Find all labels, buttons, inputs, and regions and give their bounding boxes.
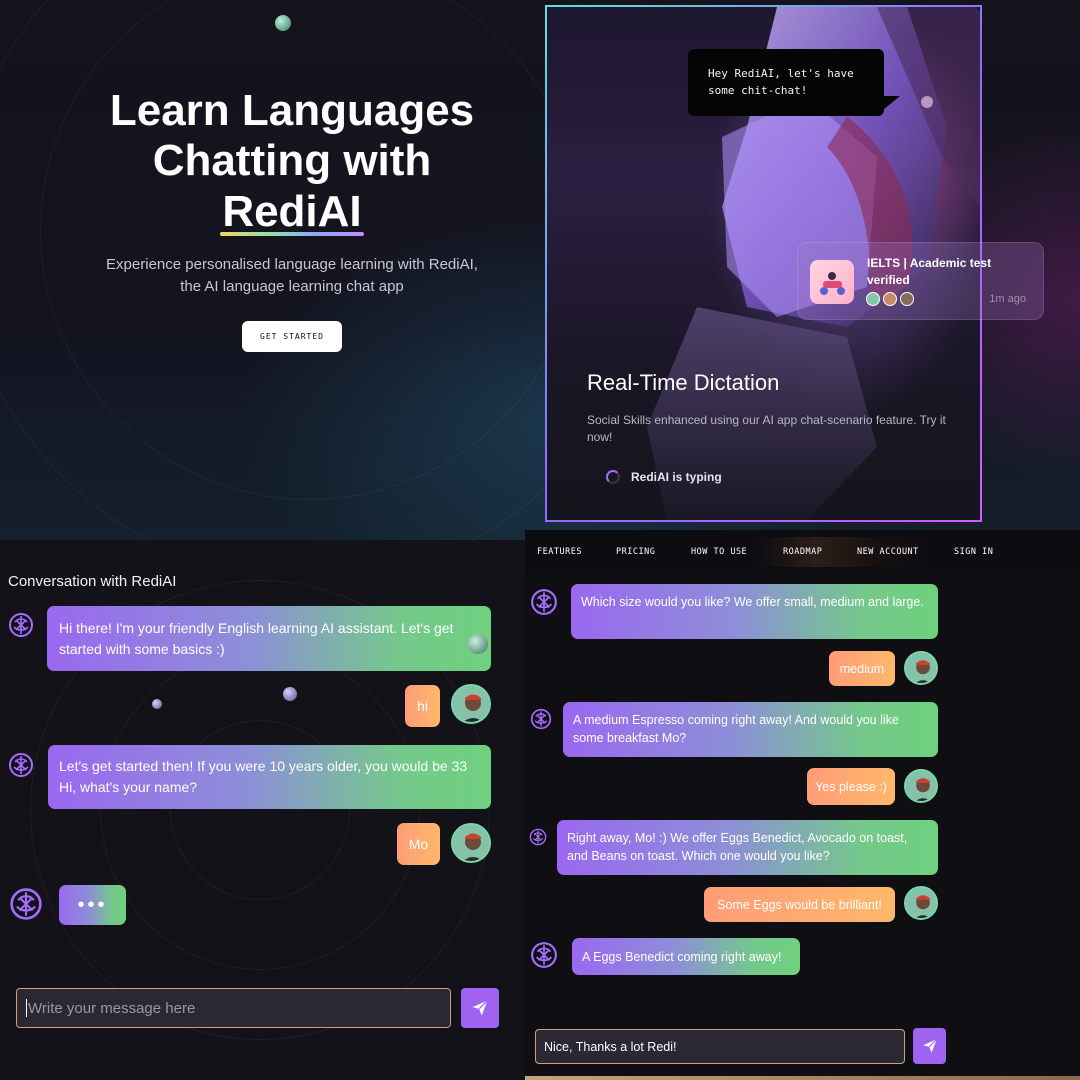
- message-input[interactable]: Nice, Thanks a lot Redi!: [535, 1029, 905, 1064]
- user-avatar: [451, 823, 491, 863]
- notification-title: IELTS | Academic test verified: [867, 256, 992, 287]
- spinner-icon: [606, 470, 620, 484]
- send-icon: [472, 1000, 488, 1016]
- bot-brain-icon: [9, 613, 33, 637]
- notification-time: 1m ago: [989, 293, 1026, 305]
- hero-title-line: Learn Languages: [109, 86, 475, 135]
- brand-underline: [220, 232, 364, 236]
- bot-brain-icon: [531, 589, 557, 615]
- bot-message: A Eggs Benedict coming right away!: [572, 938, 800, 975]
- feature-heading: Real-Time Dictation: [587, 370, 780, 395]
- notification-thumbnail: [810, 260, 854, 304]
- nav-sign-in[interactable]: SIGN IN: [954, 547, 993, 557]
- avatar: [866, 292, 880, 306]
- send-icon: [922, 1038, 937, 1053]
- speech-bubble-tail: [878, 96, 900, 114]
- hero-subtitle-line: Experience personalised language learnin…: [106, 256, 478, 273]
- bot-brain-icon: [530, 708, 552, 730]
- send-button[interactable]: [461, 988, 499, 1028]
- bot-message: A medium Espresso coming right away! And…: [563, 702, 938, 757]
- user-message: hi: [405, 685, 440, 727]
- message-input-value: Nice, Thanks a lot Redi!: [544, 1039, 677, 1054]
- bot-message: Let's get started then! If you were 10 y…: [48, 745, 491, 809]
- decor-orb: [275, 15, 291, 31]
- bot-message: Which size would you like? We offer smal…: [571, 584, 938, 639]
- hero-title-brand: RediAI: [222, 187, 362, 236]
- hero-subtitle-line: the AI language learning chat app: [180, 278, 404, 295]
- typing-status: RediAI is typing: [631, 470, 722, 484]
- decor-orb: [283, 687, 297, 701]
- bot-brain-icon: [531, 942, 557, 968]
- user-avatar: [904, 651, 938, 685]
- user-avatar: [904, 886, 938, 920]
- nav-features[interactable]: FEATURES: [537, 547, 582, 557]
- avatar: [883, 292, 897, 306]
- bot-message: Hi there! I'm your friendly English lear…: [47, 606, 491, 671]
- speech-bubble: Hey RediAI, let's have some chit-chat!: [688, 49, 884, 116]
- nav-new-account[interactable]: NEW ACCOUNT: [857, 547, 919, 557]
- send-button[interactable]: [913, 1028, 946, 1064]
- user-message: Mo: [397, 823, 440, 865]
- typing-indicator: RediAI is typing: [606, 470, 722, 484]
- user-message: Some Eggs would be brilliant!: [704, 887, 895, 922]
- bot-brain-icon: [9, 753, 33, 777]
- hero-title-line: Chatting with: [152, 136, 432, 185]
- avatar-stack: [866, 292, 917, 306]
- bot-brain-icon: [10, 888, 42, 920]
- nav-how-to-use[interactable]: HOW TO USE: [691, 547, 747, 557]
- user-message: Yes please :): [807, 768, 895, 805]
- conversation-title: Conversation with RediAI: [8, 573, 177, 590]
- decor-orb: [152, 699, 162, 709]
- bot-brain-icon: [529, 828, 547, 846]
- nav-pricing[interactable]: PRICING: [616, 547, 655, 557]
- get-started-button[interactable]: GET STARTED: [242, 321, 342, 352]
- decor-orb: [468, 634, 488, 654]
- message-input-placeholder: Write your message here: [28, 999, 196, 1017]
- typing-dots-bubble: •••: [59, 885, 126, 925]
- bottom-border: [525, 1076, 1080, 1080]
- message-input[interactable]: Write your message here: [16, 988, 451, 1028]
- nav-roadmap[interactable]: ROADMAP: [783, 547, 822, 557]
- text-cursor: [26, 999, 27, 1017]
- user-avatar: [904, 769, 938, 803]
- user-avatar: [451, 684, 491, 724]
- hero-title: Learn Languages Chatting with RediAI: [60, 86, 524, 237]
- avatar: [900, 292, 914, 306]
- feature-description: Social Skills enhanced using our AI app …: [587, 413, 946, 444]
- scooter-icon: [820, 272, 845, 295]
- bot-message: Right away, Mo! :) We offer Eggs Benedic…: [557, 820, 938, 875]
- user-message: medium: [829, 651, 895, 686]
- hero-subtitle: Experience personalised language learnin…: [70, 254, 514, 298]
- notification-card: IELTS | Academic test verified 1m ago: [797, 242, 1044, 320]
